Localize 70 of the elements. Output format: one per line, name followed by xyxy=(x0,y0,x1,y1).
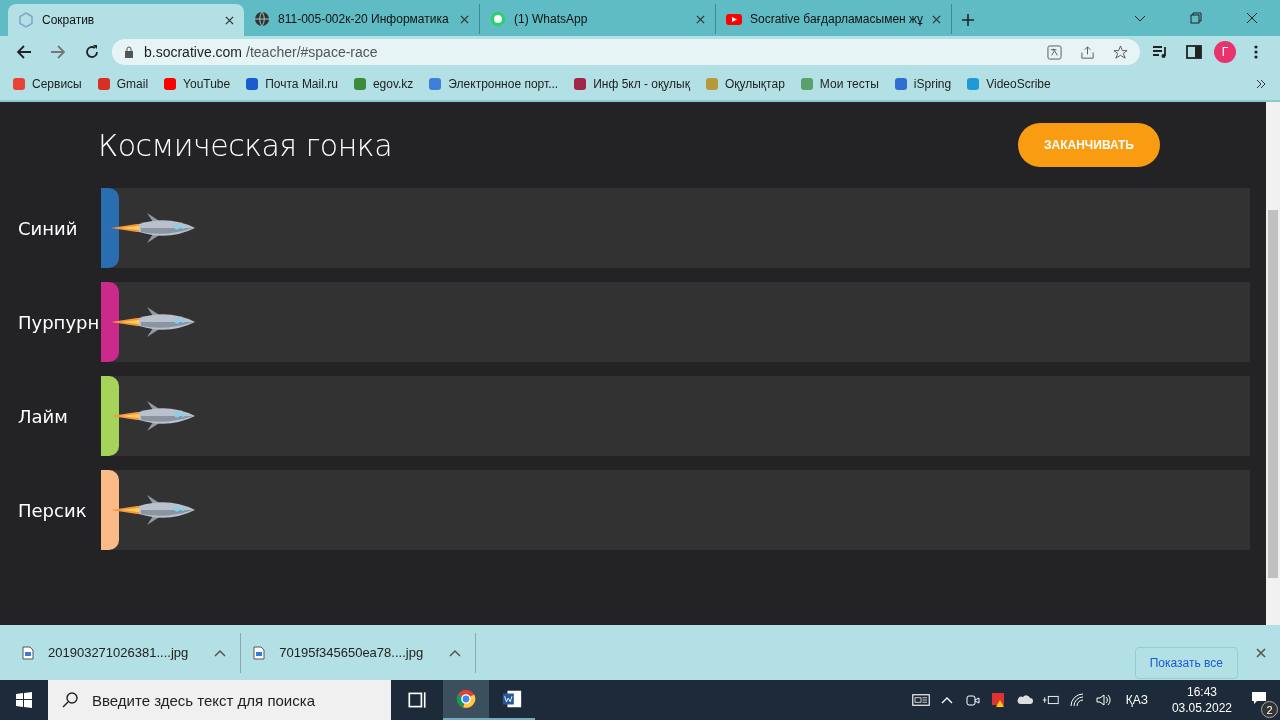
browser-tab[interactable]: 811-005-002к-20 Информатика xyxy=(244,4,480,34)
scrollbar[interactable] xyxy=(1266,102,1280,625)
speaker-icon[interactable] xyxy=(1093,692,1112,708)
team-name: Синий xyxy=(18,217,79,239)
profile-avatar[interactable]: Г xyxy=(1214,41,1236,63)
bookmark-link[interactable]: Сервисы xyxy=(12,77,82,91)
page-title: Космическая гонка xyxy=(98,127,393,163)
back-arrow-icon[interactable] xyxy=(16,44,32,60)
browser-tab[interactable]: Socrative бағдарламасымен жұ xyxy=(716,4,952,34)
close-icon[interactable] xyxy=(460,14,469,24)
bookmark-link[interactable]: Электронное порт... xyxy=(428,77,559,91)
reload-icon[interactable] xyxy=(84,44,100,60)
double-chevron-icon[interactable] xyxy=(1254,77,1268,91)
team-name: Лайм xyxy=(18,405,69,427)
bookmark-link[interactable]: YouTube xyxy=(163,77,231,91)
team-name: Пурпурн xyxy=(18,311,101,333)
translate-icon[interactable] xyxy=(1047,44,1062,60)
download-item[interactable]: 201903271026381....jpg xyxy=(10,632,242,673)
download-item[interactable]: 70195f345650ea78....jpg xyxy=(241,632,477,673)
bookmark-link[interactable]: egov.kz xyxy=(352,77,414,91)
image-file-icon xyxy=(22,645,34,660)
address-field[interactable]: b.socrative.com /teacher/#space-race xyxy=(112,39,1140,65)
bookmark-link[interactable]: Gmail xyxy=(96,77,149,91)
forward-arrow-icon[interactable] xyxy=(50,44,66,60)
search-icon xyxy=(62,692,78,708)
image-file-icon xyxy=(253,645,266,660)
bookmark-link[interactable]: Почта Mail.ru xyxy=(245,77,338,91)
chat-bubble-icon xyxy=(490,11,506,27)
globe-icon xyxy=(254,11,270,27)
browser-tab[interactable]: (1) WhatsApp xyxy=(480,4,716,34)
bookmark-link[interactable]: Инф 5кл - оқулық xyxy=(573,77,690,91)
camera-icon[interactable] xyxy=(963,692,982,708)
rocket-icon xyxy=(111,211,197,245)
close-icon[interactable] xyxy=(225,15,234,25)
show-all-button[interactable]: Показать все xyxy=(1134,646,1238,679)
restore-icon[interactable] xyxy=(1190,12,1202,24)
clock[interactable]: 16:43 03.05.2022 xyxy=(1171,684,1232,716)
rocket-icon xyxy=(111,493,197,527)
rocket-icon xyxy=(111,399,197,433)
task-view-icon[interactable] xyxy=(406,689,428,711)
close-icon[interactable] xyxy=(1256,647,1266,658)
bookmark-link[interactable]: Мои тесты xyxy=(799,77,879,91)
caret-up-icon[interactable] xyxy=(449,648,462,657)
hexagon-logo-icon xyxy=(18,12,34,28)
windows-start-icon[interactable] xyxy=(16,692,32,708)
close-icon[interactable] xyxy=(932,14,941,24)
new-tab-icon[interactable] xyxy=(962,14,974,26)
share-icon[interactable] xyxy=(1080,44,1095,60)
bookmark-link[interactable]: iSpring xyxy=(893,77,952,91)
browser-app-icon[interactable] xyxy=(455,688,477,710)
side-panel-icon[interactable] xyxy=(1186,44,1202,60)
play-icon xyxy=(726,11,742,27)
word-document-icon[interactable] xyxy=(501,688,523,710)
notification-icon[interactable] xyxy=(1250,690,1268,706)
media-list-icon[interactable] xyxy=(1152,44,1168,60)
news-icon[interactable] xyxy=(911,692,930,708)
notification-count: 2 xyxy=(1261,701,1278,718)
taskbar-search-field[interactable]: Введите здесь текст для поиска xyxy=(48,680,391,720)
star-icon[interactable] xyxy=(1113,44,1128,60)
caret-up-icon[interactable] xyxy=(214,648,227,657)
lock-icon xyxy=(124,46,134,58)
team-name: Персик xyxy=(18,499,88,521)
browser-tab[interactable]: Сократив xyxy=(8,4,244,36)
language-indicator[interactable]: ҚАЗ xyxy=(1125,693,1148,707)
bookmark-link[interactable]: Оқулықтар xyxy=(704,77,785,91)
close-icon[interactable] xyxy=(1246,12,1258,24)
rocket-icon xyxy=(111,305,197,339)
close-icon[interactable] xyxy=(696,14,705,24)
bookmark-link[interactable]: VideoScribe xyxy=(966,77,1051,91)
wifi-icon[interactable] xyxy=(1067,692,1086,708)
